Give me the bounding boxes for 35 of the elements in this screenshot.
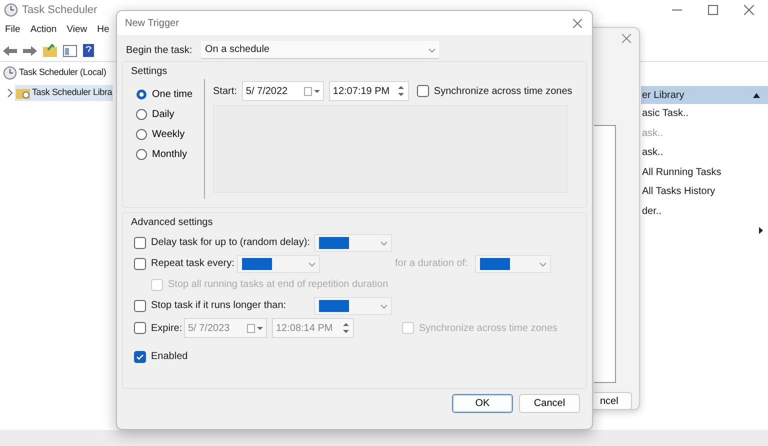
menu-item[interactable]: File (5, 22, 20, 38)
window-title: Task Scheduler (22, 2, 98, 18)
dialog-title: New Trigger (125, 16, 179, 30)
pane-link[interactable]: der.. (641, 202, 768, 221)
checkbox[interactable]: Delay task for up to (random delay): (134, 235, 314, 250)
group-label: Advanced settings (130, 216, 214, 230)
checkbox[interactable]: Enabled (134, 349, 188, 364)
time-field[interactable]: 12:07:19 PM (328, 81, 409, 101)
menu-item[interactable]: Action (30, 22, 57, 38)
tree-item[interactable]: Task Scheduler (Local) (2, 65, 108, 81)
checkbox[interactable]: Stop task if it runs longer than: (134, 298, 314, 313)
actions-header[interactable]: er Library (641, 86, 768, 104)
field-label: Begin the task: (126, 44, 194, 58)
dialog-button[interactable]: ncel (594, 392, 632, 410)
checkbox[interactable]: Synchronize across time zones (416, 84, 572, 98)
radio-button[interactable]: Daily (136, 104, 174, 124)
tree-item[interactable]: Task Scheduler Libra (15, 84, 114, 100)
pane-link[interactable]: ask.. (641, 143, 768, 162)
pane-link[interactable]: asic Task.. (641, 104, 768, 124)
menu-item[interactable]: View (66, 22, 88, 38)
pane-link[interactable]: All Tasks History (641, 182, 768, 202)
checkbox[interactable]: Expire: (134, 320, 184, 336)
schedule-dropdown[interactable]: On a schedule (201, 41, 439, 59)
date-picker[interactable]: 5/ 7/2022 (242, 81, 324, 101)
field-label: for a duration of: (395, 257, 469, 271)
pane-link[interactable]: All Running Tasks (641, 162, 768, 182)
checkbox[interactable]: Repeat task every: (134, 256, 237, 271)
dialog-button[interactable]: OK (452, 394, 513, 413)
radio-button[interactable]: Monthly (136, 144, 188, 164)
radio-button[interactable]: Weekly (136, 124, 185, 144)
radio-button[interactable]: One time (136, 84, 193, 104)
dialog-button[interactable]: Cancel (519, 394, 580, 413)
field-label: Start: (213, 84, 237, 98)
menu-item[interactable]: He (97, 22, 110, 38)
group-label: Settings (130, 65, 168, 79)
